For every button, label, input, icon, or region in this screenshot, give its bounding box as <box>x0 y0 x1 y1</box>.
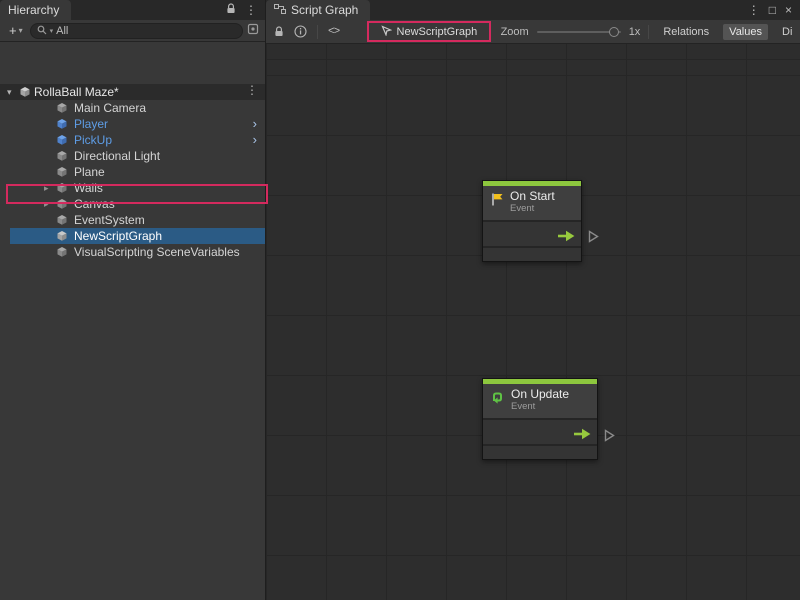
zoom-value: 1x <box>629 26 641 38</box>
collapse-arrow-icon[interactable]: ▾ <box>7 84 12 100</box>
unconnected-port-triangle-icon[interactable] <box>604 429 615 447</box>
node-subtitle: Event <box>510 204 555 215</box>
toolbar-separator <box>317 25 318 39</box>
update-loop-icon <box>490 390 505 410</box>
window-controls: ⋮ □ × <box>740 0 800 20</box>
node-port-row <box>483 220 581 246</box>
cube-icon <box>56 246 68 262</box>
item-label: VisualScripting SceneVariables <box>74 244 240 260</box>
graph-toolbar-right: Zoom 1x Relations Values Di <box>501 24 792 40</box>
search-filter-dropdown-icon[interactable]: ▾ <box>50 27 54 35</box>
script-graph-tab-icon <box>274 3 286 17</box>
item-label: Directional Light <box>74 148 160 164</box>
item-label: EventSystem <box>74 212 145 228</box>
node-header[interactable]: On Start Event <box>483 186 581 220</box>
hierarchy-item-newscriptgraph[interactable]: NewScriptGraph <box>10 228 265 244</box>
item-label: Player <box>74 116 108 132</box>
item-label: Main Camera <box>74 100 146 116</box>
node-title-block: On Update Event <box>511 388 569 413</box>
code-view-icon[interactable]: <> <box>328 26 339 38</box>
script-graph-panel: Script Graph ⋮ □ × <> NewScriptGraph <box>265 0 800 600</box>
output-flow-port-icon[interactable] <box>574 427 591 445</box>
graph-toolbar: <> NewScriptGraph Zoom 1x Relations Valu… <box>266 20 800 44</box>
node-footer <box>483 246 581 261</box>
hierarchy-panel: Hierarchy ⋮ + ▾ ▾ <box>0 0 265 600</box>
zoom-label: Zoom <box>501 26 529 38</box>
search-icon <box>37 22 47 40</box>
close-icon[interactable]: × <box>785 4 792 16</box>
start-flag-icon <box>490 192 504 212</box>
scene-row[interactable]: ▾ RollaBall Maze* ⋮ <box>0 84 265 100</box>
node-title: On Update <box>511 388 569 402</box>
node-port-row <box>483 418 597 444</box>
search-input[interactable] <box>56 25 236 37</box>
picker-icon[interactable] <box>247 22 259 40</box>
dim-toggle[interactable]: Di <box>776 24 792 40</box>
graph-name-label: NewScriptGraph <box>397 26 478 38</box>
hierarchy-item-plane[interactable]: Plane <box>0 164 265 180</box>
hierarchy-tree[interactable]: ▾ RollaBall Maze* ⋮ Main Camera Player ›… <box>0 42 265 600</box>
plus-icon: + <box>9 23 17 38</box>
create-button[interactable]: + ▾ <box>6 23 26 38</box>
relations-toggle[interactable]: Relations <box>657 24 715 40</box>
node-subtitle: Event <box>511 402 569 413</box>
node-on-update[interactable]: On Update Event <box>482 378 598 460</box>
node-header[interactable]: On Update Event <box>483 384 597 418</box>
node-title: On Start <box>510 190 555 204</box>
chevron-down-icon: ▾ <box>19 26 23 35</box>
item-label: Canvas <box>74 196 115 212</box>
item-label: NewScriptGraph <box>74 228 162 244</box>
tab-hierarchy[interactable]: Hierarchy <box>0 0 71 20</box>
item-label: PickUp <box>74 132 112 148</box>
prefab-open-chevron-icon[interactable]: › <box>253 116 257 132</box>
hierarchy-item-pickup[interactable]: PickUp › <box>0 132 265 148</box>
lock-icon[interactable] <box>226 3 236 17</box>
menu-dots-icon[interactable]: ⋮ <box>245 4 257 16</box>
hierarchy-item-canvas[interactable]: ▸ Canvas <box>0 196 265 212</box>
values-toggle[interactable]: Values <box>723 24 768 40</box>
node-title-block: On Start Event <box>510 190 555 215</box>
hierarchy-search[interactable]: ▾ <box>30 23 243 39</box>
hierarchy-item-eventsystem[interactable]: EventSystem <box>0 212 265 228</box>
output-flow-port-icon[interactable] <box>558 229 575 247</box>
node-footer <box>483 444 597 459</box>
maximize-icon[interactable]: □ <box>769 4 776 16</box>
hierarchy-item-walls[interactable]: ▸ Walls <box>0 180 265 196</box>
scene-menu-dots-icon[interactable]: ⋮ <box>246 84 258 96</box>
graph-canvas[interactable]: On Start Event <box>266 44 800 600</box>
item-label: Plane <box>74 164 105 180</box>
zoom-slider[interactable] <box>537 31 621 33</box>
info-icon[interactable] <box>294 25 307 38</box>
unity-editor-window: Hierarchy ⋮ + ▾ ▾ <box>0 0 800 600</box>
graph-tabbar: Script Graph ⋮ □ × <box>266 0 800 20</box>
lock-icon[interactable] <box>274 26 284 37</box>
graph-asset-breadcrumb[interactable]: NewScriptGraph <box>367 21 490 42</box>
hierarchy-tabbar: Hierarchy ⋮ <box>0 0 265 20</box>
hierarchy-tab-icons: ⋮ <box>218 0 265 20</box>
prefab-open-chevron-icon[interactable]: › <box>253 132 257 148</box>
item-label: Walls <box>74 180 103 196</box>
zoom-slider-knob[interactable] <box>609 27 619 37</box>
tab-script-graph[interactable]: Script Graph <box>266 0 370 20</box>
hierarchy-item-player[interactable]: Player › <box>0 116 265 132</box>
node-on-start[interactable]: On Start Event <box>482 180 582 262</box>
hierarchy-item-visualscripting-scenevariables[interactable]: VisualScripting SceneVariables <box>0 244 265 260</box>
hierarchy-item-directional-light[interactable]: Directional Light <box>0 148 265 164</box>
script-graph-asset-icon <box>381 25 392 39</box>
expand-arrow-icon[interactable]: ▸ <box>44 180 49 196</box>
scene-name: RollaBall Maze* <box>34 84 119 100</box>
hierarchy-item-main-camera[interactable]: Main Camera <box>0 100 265 116</box>
toolbar-separator <box>648 25 649 39</box>
hierarchy-tab-label: Hierarchy <box>8 3 59 17</box>
menu-dots-icon[interactable]: ⋮ <box>748 4 760 16</box>
hierarchy-toolbar: + ▾ ▾ <box>0 20 265 42</box>
expand-arrow-icon[interactable]: ▸ <box>44 196 49 212</box>
script-graph-tab-label: Script Graph <box>291 3 358 17</box>
unconnected-port-triangle-icon[interactable] <box>588 230 599 248</box>
